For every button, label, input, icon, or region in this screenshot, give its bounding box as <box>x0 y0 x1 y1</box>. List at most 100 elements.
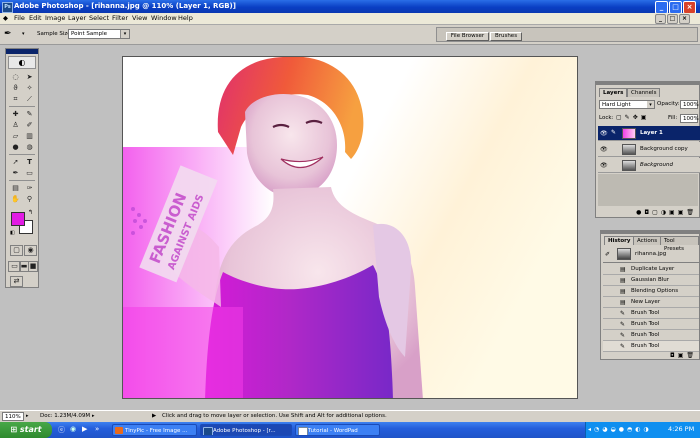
history-item[interactable]: ▤ Blending Options <box>603 286 699 297</box>
taskbar-item-wordpad[interactable]: Tutorial - WordPad <box>295 424 380 436</box>
arrow-icon: ▶ <box>152 413 157 419</box>
lock-options-icon[interactable]: ▢✎✥▣ <box>616 114 649 121</box>
taskbar-item-tinypic[interactable]: TinyPic - Free Image ... <box>112 424 197 436</box>
history-item[interactable]: ✎ Brush Tool <box>603 308 699 319</box>
hand-tool-icon[interactable]: ✋ <box>10 195 21 204</box>
dodge-tool-icon[interactable]: ◍ <box>24 143 35 152</box>
menu-layer[interactable]: Layer <box>68 14 86 23</box>
menu-edit[interactable]: Edit <box>29 14 42 23</box>
eyedropper-tool-icon[interactable]: ✑ <box>24 184 35 193</box>
magic-wand-icon[interactable]: ✧ <box>24 84 35 93</box>
eyedropper-preset-icon[interactable]: ✒ <box>4 28 20 40</box>
crop-tool-icon[interactable]: ⌗ <box>10 95 21 104</box>
swap-colors-icon[interactable]: ↰ <box>28 209 33 216</box>
history-brush-icon[interactable]: ✐ <box>24 121 35 130</box>
fill-input[interactable]: 100% <box>680 114 699 123</box>
zoom-level-input[interactable]: 110% <box>2 412 24 421</box>
blend-mode-select[interactable]: Hard Light ▾ <box>599 100 655 109</box>
tab-history[interactable]: History <box>604 236 635 245</box>
shape-tool-icon[interactable]: ▭ <box>24 169 35 178</box>
brush-tool-icon[interactable]: ✎ <box>24 110 35 119</box>
options-bar: ✒ ▾ Sample Size: Point Sample ▾ File Bro… <box>0 25 700 45</box>
move-tool-icon[interactable]: ➤ <box>24 73 35 82</box>
blur-tool-icon[interactable]: ● <box>10 143 21 152</box>
layer-thumbnail <box>622 144 636 155</box>
tab-actions[interactable]: Actions <box>633 236 662 245</box>
default-colors-icon[interactable]: ◧ <box>10 230 15 236</box>
doc-minimize-button[interactable]: _ <box>655 14 666 24</box>
doc-restore-button[interactable]: □ <box>667 14 678 24</box>
menu-help[interactable]: Help <box>178 14 193 23</box>
quick-launch-ie-icon[interactable]: ⓔ <box>58 425 65 435</box>
visibility-eye-icon[interactable]: 👁 <box>600 146 608 153</box>
lasso-tool-icon[interactable]: ϑ <box>10 84 21 93</box>
zoom-tool-icon[interactable]: ⚲ <box>24 195 35 204</box>
menu-window[interactable]: Window <box>151 14 177 23</box>
gradient-tool-icon[interactable]: ▥ <box>24 132 35 141</box>
status-hint: Click and drag to move layer or selectio… <box>162 413 387 419</box>
brush-icon: ✎ <box>620 310 626 317</box>
path-selection-icon[interactable]: ➚ <box>10 158 21 167</box>
visibility-eye-icon[interactable]: 👁 <box>600 130 608 137</box>
app-menu-icon[interactable]: ◆ <box>3 14 8 23</box>
tab-brushes[interactable]: Brushes <box>490 32 522 41</box>
photoshop-logo-icon: Ps <box>2 2 13 13</box>
status-arrow-icon[interactable]: ▸ <box>92 413 95 419</box>
healing-brush-icon[interactable]: ✚ <box>10 110 21 119</box>
history-item[interactable]: ✎ Brush Tool <box>603 319 699 330</box>
quick-launch-desktop-icon[interactable]: ◉ <box>70 425 76 433</box>
notes-tool-icon[interactable]: ▤ <box>10 184 21 193</box>
history-item[interactable]: ✎ Brush Tool <box>603 341 699 352</box>
layers-footer-icons[interactable]: ●◘▢◑▣▣🗑 <box>596 208 699 217</box>
menu-image[interactable]: Image <box>45 14 65 23</box>
history-item[interactable]: ▤ Duplicate Layer <box>603 264 699 275</box>
doc-close-button[interactable]: × <box>679 14 690 24</box>
tab-file-browser[interactable]: File Browser <box>446 32 489 41</box>
marquee-tool-icon[interactable]: ◌ <box>10 73 21 82</box>
history-snapshot[interactable]: ✐ rihanna.jpg <box>603 247 699 263</box>
full-screen-icon[interactable]: ■ <box>28 261 38 272</box>
history-footer-icons[interactable]: ◘▣🗑 <box>601 352 699 360</box>
menu-bar: ◆ File Edit Image Layer Select Filter Vi… <box>0 13 700 25</box>
toolbox: ◐ ◌ ➤ ϑ ✧ ⌗ ⟋ ✚ ✎ ♙ ✐ ▱ ▥ ● ◍ ➚ T ✒ ▭ ▤ … <box>5 48 39 288</box>
toolbox-titlebar[interactable] <box>6 49 38 54</box>
tab-channels[interactable]: Channels <box>627 88 661 97</box>
quick-launch-more-icon[interactable]: » <box>95 425 99 433</box>
layer-thumbnail <box>622 160 636 171</box>
tray-icons[interactable]: ◂◔◕◒●◓◐◑ <box>588 426 652 433</box>
menu-select[interactable]: Select <box>89 14 109 23</box>
document-canvas[interactable]: FASHION AGAINST AIDS <box>122 56 578 399</box>
tab-layers[interactable]: Layers <box>599 88 628 97</box>
standard-mode-icon[interactable]: ▢ <box>10 245 23 256</box>
layer-row-background[interactable]: 👁 Background <box>598 158 700 173</box>
pen-tool-icon[interactable]: ✒ <box>10 169 21 178</box>
visibility-eye-icon[interactable]: 👁 <box>600 162 608 169</box>
taskbar-item-photoshop[interactable]: Adobe Photoshop - [r... <box>200 424 292 436</box>
history-item[interactable]: ▤ New Layer <box>603 297 699 308</box>
adobe-eye-logo-icon[interactable]: ◐ <box>8 56 36 69</box>
sample-size-select[interactable]: Point Sample ▾ <box>68 29 130 39</box>
opacity-input[interactable]: 100% <box>680 100 699 109</box>
menu-file[interactable]: File <box>14 14 25 23</box>
quick-mask-icon[interactable]: ◉ <box>24 245 37 256</box>
start-button[interactable]: ⊞ start <box>0 422 52 438</box>
divider <box>9 180 35 181</box>
foreground-color-swatch[interactable] <box>11 212 25 226</box>
panel-titlebar[interactable] <box>601 231 699 234</box>
tab-tool-presets[interactable]: Tool Presets <box>660 236 699 252</box>
chevron-down-icon[interactable]: ▾ <box>22 31 25 37</box>
menu-filter[interactable]: Filter <box>112 14 128 23</box>
clone-stamp-icon[interactable]: ♙ <box>10 121 21 130</box>
eraser-tool-icon[interactable]: ▱ <box>10 132 21 141</box>
menu-view[interactable]: View <box>132 14 147 23</box>
type-tool-icon[interactable]: T <box>24 158 35 167</box>
history-item[interactable]: ✎ Brush Tool <box>603 330 699 341</box>
history-item[interactable]: ▤ Gaussian Blur <box>603 275 699 286</box>
jump-to-imageready-icon[interactable]: ⇄ <box>10 276 23 287</box>
quick-launch-media-icon[interactable]: ▶ <box>82 425 87 433</box>
layer-row-layer-1[interactable]: 👁 ✎ Layer 1 <box>598 126 700 141</box>
slice-tool-icon[interactable]: ⟋ <box>24 95 35 104</box>
layer-row-background-copy[interactable]: 👁 Background copy <box>598 142 700 157</box>
status-menu-icon[interactable]: ▸ <box>26 413 29 419</box>
panel-titlebar[interactable] <box>596 82 699 85</box>
